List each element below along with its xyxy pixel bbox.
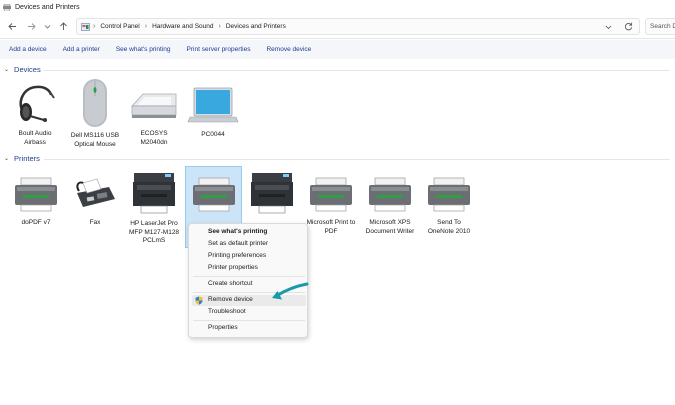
search-input[interactable]: Search Devices and Printers — [645, 18, 675, 35]
printer-item-mfp[interactable] — [244, 170, 300, 220]
arrow-right-icon — [27, 22, 36, 30]
printer-icon — [310, 177, 352, 212]
fax-icon — [76, 178, 115, 207]
address-field[interactable]: › Control Panel › Hardware and Sound › D… — [76, 18, 640, 35]
scanner-icon — [131, 93, 177, 118]
device-item-label: PC0044 — [201, 131, 225, 138]
mfp-printer-icon — [133, 173, 175, 214]
devices-printers-app-icon — [3, 3, 11, 11]
printer-item-label: Fax — [89, 219, 101, 226]
print-server-properties-button[interactable]: Print server properties — [187, 46, 251, 53]
menu-item-create-shortcut[interactable]: Create shortcut — [208, 280, 252, 287]
chevron-down-icon: ⌄ — [4, 156, 10, 162]
menu-item-properties[interactable]: Properties — [208, 324, 238, 331]
laptop-icon — [187, 87, 239, 123]
breadcrumb-separator: › — [144, 23, 148, 30]
breadcrumb-devices-and-printers[interactable]: Devices and Printers — [226, 23, 286, 30]
address-bar: › Control Panel › Hardware and Sound › D… — [0, 14, 675, 39]
menu-separator — [193, 276, 305, 277]
chevron-down-icon: ⌄ — [4, 67, 10, 73]
up-button[interactable] — [57, 20, 69, 32]
printer-item-label: HP LaserJet Pro MFP M127-M128 PCLmS — [128, 220, 180, 244]
printer-item-dopdf[interactable]: doPDF v7 — [8, 175, 64, 228]
uac-shield-icon — [195, 296, 203, 305]
mfp-printer-icon — [251, 173, 293, 214]
device-item-label: Dell MS116 USB Optical Mouse — [70, 132, 120, 148]
printer-item-microsoft-xps[interactable]: Microsoft XPS Document Writer — [362, 175, 418, 236]
back-button[interactable] — [6, 20, 18, 32]
devices-group-header[interactable]: ⌄ Devices — [4, 65, 41, 74]
breadcrumb-hardware-and-sound[interactable]: Hardware and Sound — [152, 23, 213, 30]
group-divider — [44, 70, 670, 71]
printer-item-label: Microsoft XPS Document Writer — [365, 219, 415, 235]
printer-item-label: Microsoft Print to PDF — [306, 219, 356, 235]
menu-item-see-whats-printing[interactable]: See what's printing — [208, 228, 267, 235]
printers-group-title: Printers — [14, 154, 40, 163]
device-item-scanner[interactable]: ECOSYS M2040dn — [126, 84, 182, 147]
devices-group-title: Devices — [14, 65, 41, 74]
window-title: Devices and Printers — [15, 3, 80, 11]
control-panel-icon — [81, 22, 90, 31]
address-dropdown-button[interactable] — [605, 21, 612, 35]
chevron-down-icon — [44, 24, 50, 29]
printer-item-microsoft-print-to-pdf[interactable]: Microsoft Print to PDF — [303, 175, 359, 236]
printer-icon — [193, 177, 235, 212]
device-item-label: ECOSYS M2040dn — [140, 130, 168, 146]
menu-item-printer-properties[interactable]: Printer properties — [208, 264, 258, 271]
arrow-left-icon — [7, 22, 16, 30]
see-whats-printing-button[interactable]: See what's printing — [116, 46, 171, 53]
device-item-mouse[interactable]: Dell MS116 USB Optical Mouse — [67, 78, 123, 149]
breadcrumb-separator: › — [93, 23, 96, 30]
group-divider — [44, 159, 670, 160]
headset-icon — [19, 85, 55, 122]
menu-item-remove-device[interactable]: Remove device — [208, 296, 253, 303]
add-printer-button[interactable]: Add a printer — [63, 46, 100, 53]
arrow-up-icon — [59, 21, 67, 30]
chevron-down-icon — [605, 25, 612, 30]
command-bar: Add a device Add a printer See what's pr… — [0, 40, 675, 59]
printers-group-header[interactable]: ⌄ Printers — [4, 154, 40, 163]
printer-icon — [428, 177, 470, 212]
annotation-arrow-icon — [272, 282, 309, 300]
printer-icon — [15, 177, 57, 212]
printer-item-selected[interactable] — [186, 175, 242, 219]
device-item-headset[interactable]: Boult Audio Airbass — [7, 80, 63, 147]
printer-item-send-to-onenote[interactable]: Send To OneNote 2010 — [421, 175, 477, 236]
mouse-icon — [83, 79, 107, 127]
refresh-icon — [624, 22, 633, 31]
recent-locations-button[interactable] — [41, 20, 53, 32]
printer-item-label: Send To OneNote 2010 — [427, 219, 471, 235]
add-device-button[interactable]: Add a device — [9, 46, 47, 53]
title-bar: Devices and Printers — [0, 0, 675, 14]
menu-separator — [193, 320, 305, 321]
printer-icon — [369, 177, 411, 212]
menu-item-printing-preferences[interactable]: Printing preferences — [208, 252, 266, 259]
breadcrumb-separator: › — [218, 23, 221, 30]
remove-device-button[interactable]: Remove device — [266, 46, 311, 53]
device-item-laptop[interactable]: PC0044 — [185, 84, 241, 140]
refresh-button[interactable] — [624, 20, 633, 35]
forward-button[interactable] — [25, 20, 37, 32]
menu-item-set-default-printer[interactable]: Set as default printer — [208, 240, 268, 247]
device-item-label: Boult Audio Airbass — [18, 130, 52, 146]
breadcrumb-control-panel[interactable]: Control Panel — [100, 23, 139, 30]
menu-item-troubleshoot[interactable]: Troubleshoot — [208, 308, 246, 315]
printer-item-fax[interactable]: Fax — [67, 175, 123, 228]
printer-item-hp-laserjet[interactable]: HP LaserJet Pro MFP M127-M128 PCLmS — [126, 170, 182, 246]
printer-item-label: doPDF v7 — [21, 219, 51, 226]
